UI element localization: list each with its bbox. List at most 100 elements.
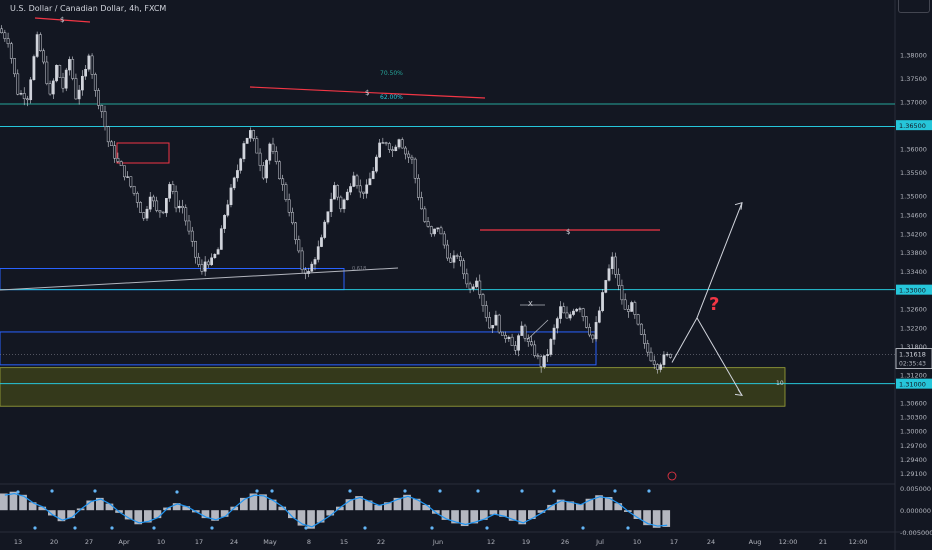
osc-signal-dot [175,490,179,494]
candle-body [71,59,75,79]
candle-body [355,175,359,187]
grey-trendline [0,267,399,291]
candle-body [342,199,346,210]
candle-body [659,364,663,370]
candle-body [513,345,517,351]
price-tick-label: 1.35500 [900,169,927,177]
candle-body [627,309,630,312]
candle-body [184,207,188,222]
candle-body [165,198,168,214]
candle-body [152,196,155,202]
candle-body [384,142,388,144]
candle-body [87,55,91,70]
candle-body [297,239,301,252]
osc-signal-dot [270,489,274,493]
osc-signal-dot [304,526,308,530]
osc-signal-dot [255,489,259,493]
candle-body [229,187,233,205]
candle-body [123,165,126,178]
candle-body [429,226,433,235]
candle-body [345,191,349,201]
price-tick-label: 1.32600 [900,305,927,313]
candle-body [536,355,540,357]
candle-body [539,356,543,367]
candle-body [6,38,10,44]
candle-body [533,344,537,356]
osc-signal-dot [552,489,556,493]
price-chart[interactable]: $$$70.50%62.00%0.618X ?10 1.380001.375001… [0,0,932,550]
candle-body [200,264,204,272]
candle-body [119,161,123,166]
candle-body [417,178,420,198]
candle-body [174,191,178,209]
price-tick-label: 1.34200 [900,230,927,238]
candle-body [468,283,472,290]
candle-body [310,263,314,272]
candle-body [614,256,617,275]
candle-body [197,256,201,265]
candle-body [459,256,462,261]
candle-body [604,280,608,293]
osc-signal-dot [110,526,114,530]
candle-body [520,325,524,336]
osc-bar [614,503,623,511]
candle-body [552,327,556,340]
candle-body [51,80,55,95]
candle-body [381,142,385,144]
candle-body [378,142,381,158]
candle-body [630,302,633,312]
candle-body [523,325,527,339]
candle-body [35,34,39,57]
candle-body [484,305,488,318]
osc-signal-dot [33,526,37,530]
candle-body [333,185,336,200]
candle-body [313,259,317,265]
candle-body [442,233,446,246]
demand-zone [0,367,786,407]
candle-body [394,146,398,152]
candle-body [207,261,210,266]
annotation-dollar: $ [365,89,369,97]
annotation-dollar: $ [566,228,570,236]
time-tick-label: 22 [377,538,385,546]
zone-label: 10 [776,380,784,387]
time-tick-label: 15 [340,538,348,546]
candle-body [336,185,339,198]
candle-body [155,200,159,211]
candle-body [420,197,423,210]
candle-body [116,158,120,162]
time-tick-label: 12 [487,538,495,546]
candle-body [669,353,672,358]
candle-body [64,69,68,89]
candle-body [232,177,236,189]
symbol-title: U.S. Dollar / Canadian Dollar, 4h, FXCM [10,4,167,13]
candle-body [261,165,265,179]
price-level-tag-text: 1.31000 [899,381,926,389]
candle-body [471,286,475,290]
osc-bar [0,493,8,511]
candle-body [617,274,621,286]
osc-tick-label: 0.000000 [900,507,931,515]
candle-body [265,160,268,179]
candle-body [84,68,87,77]
osc-signal-dot [363,526,367,530]
candle-body [190,230,194,242]
candle-body [129,176,133,187]
axis-scroll-handle[interactable] [898,0,930,13]
candle-body [58,65,62,78]
time-tick-label: 8 [307,538,311,546]
candle-body [375,156,378,172]
candle-body [362,191,365,194]
candle-body [45,61,49,84]
candle-body [29,79,33,101]
price-tick-label: 1.30300 [900,414,927,422]
candle-body [281,178,285,185]
candle-body [142,212,146,219]
candle-body [258,152,262,166]
candle-body [110,141,113,146]
candle-body [481,294,485,306]
candle-body [371,170,375,179]
time-tick-label: 12:00 [779,538,798,546]
price-axis: 1.38000 1.37500 1.37000 1.36500 1.36000 1.355… [895,52,932,537]
candle-body [242,143,246,160]
